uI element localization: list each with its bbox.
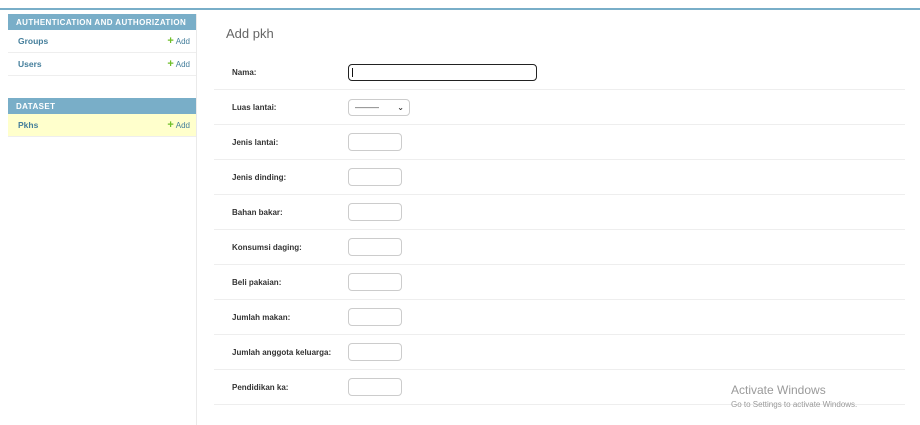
activate-windows-watermark: Activate Windows Go to Settings to activ… xyxy=(731,383,857,409)
module-caption-dataset[interactable]: DATASET xyxy=(8,98,196,114)
page-title: Add pkh xyxy=(226,26,274,41)
users-link[interactable]: Users xyxy=(18,59,42,69)
select-value: ——— xyxy=(355,102,379,112)
field-label: Jenis lantai: xyxy=(232,137,279,147)
form-row-bahan-bakar: Bahan bakar: xyxy=(214,195,905,230)
model-row-users: Users + Add xyxy=(8,53,196,76)
nama-input[interactable] xyxy=(348,63,537,81)
model-row-groups: Groups + Add xyxy=(8,30,196,53)
jenis-lantai-input[interactable] xyxy=(348,133,402,151)
jumlah-anggota-keluarga-input[interactable] xyxy=(348,343,402,361)
text-caret xyxy=(352,67,353,77)
form-row-jenis-dinding: Jenis dinding: xyxy=(214,160,905,195)
form-row-jumlah-makan: Jumlah makan: xyxy=(214,300,905,335)
module-dataset: DATASET Pkhs + Add xyxy=(8,98,196,137)
users-add-link[interactable]: + Add xyxy=(167,58,190,70)
form-row-konsumsi-daging: Konsumsi daging: xyxy=(214,230,905,265)
form-row-jenis-lantai: Jenis lantai: xyxy=(214,125,905,160)
jumlah-makan-input[interactable] xyxy=(348,308,402,326)
watermark-title: Activate Windows xyxy=(731,383,826,397)
plus-icon: + xyxy=(167,119,174,131)
groups-add-label: Add xyxy=(175,36,190,46)
form-row-jumlah-anggota-keluarga: Jumlah anggota keluarga: xyxy=(214,335,905,370)
field-label: Nama: xyxy=(232,67,257,77)
pkhs-link[interactable]: Pkhs xyxy=(18,120,38,130)
groups-add-link[interactable]: + Add xyxy=(167,35,190,47)
jenis-dinding-input[interactable] xyxy=(348,168,402,186)
pendidikan-ka-input[interactable] xyxy=(348,378,402,396)
top-accent-line xyxy=(0,8,920,10)
chevron-down-icon: ⌄ xyxy=(397,102,404,112)
field-label: Jumlah makan: xyxy=(232,312,291,322)
plus-icon: + xyxy=(167,35,174,47)
field-label: Jenis dinding: xyxy=(232,172,287,182)
form-row-beli-pakaian: Beli pakaian: xyxy=(214,265,905,300)
form-row-nama: Nama: xyxy=(214,55,905,90)
form-row-luas-lantai: Luas lantai: ——— ⌄ xyxy=(214,90,905,125)
field-label: Pendidikan ka: xyxy=(232,382,289,392)
plus-icon: + xyxy=(167,58,174,70)
app-sidebar: AUTHENTICATION AND AUTHORIZATION Groups … xyxy=(8,14,197,425)
main-content: Add pkh Nama: Luas lantai: ——— ⌄ Jenis l… xyxy=(214,14,920,405)
field-label: Beli pakaian: xyxy=(232,277,282,287)
konsumsi-daging-input[interactable] xyxy=(348,238,402,256)
users-add-label: Add xyxy=(175,59,190,69)
field-label: Luas lantai: xyxy=(232,102,277,112)
module-auth: AUTHENTICATION AND AUTHORIZATION Groups … xyxy=(8,14,196,76)
luas-lantai-select[interactable]: ——— ⌄ xyxy=(348,98,410,116)
pkhs-add-link[interactable]: + Add xyxy=(167,119,190,131)
field-label: Bahan bakar: xyxy=(232,207,283,217)
watermark-subtitle: Go to Settings to activate Windows. xyxy=(731,400,858,409)
add-pkh-form: Nama: Luas lantai: ——— ⌄ Jenis lantai: J… xyxy=(214,55,920,405)
field-label: Jumlah anggota keluarga: xyxy=(232,347,332,357)
bahan-bakar-input[interactable] xyxy=(348,203,402,221)
model-row-pkhs: Pkhs + Add xyxy=(8,114,196,137)
pkhs-add-label: Add xyxy=(175,120,190,130)
beli-pakaian-input[interactable] xyxy=(348,273,402,291)
field-label: Konsumsi daging: xyxy=(232,242,302,252)
module-caption-auth[interactable]: AUTHENTICATION AND AUTHORIZATION xyxy=(8,14,196,30)
groups-link[interactable]: Groups xyxy=(18,36,48,46)
